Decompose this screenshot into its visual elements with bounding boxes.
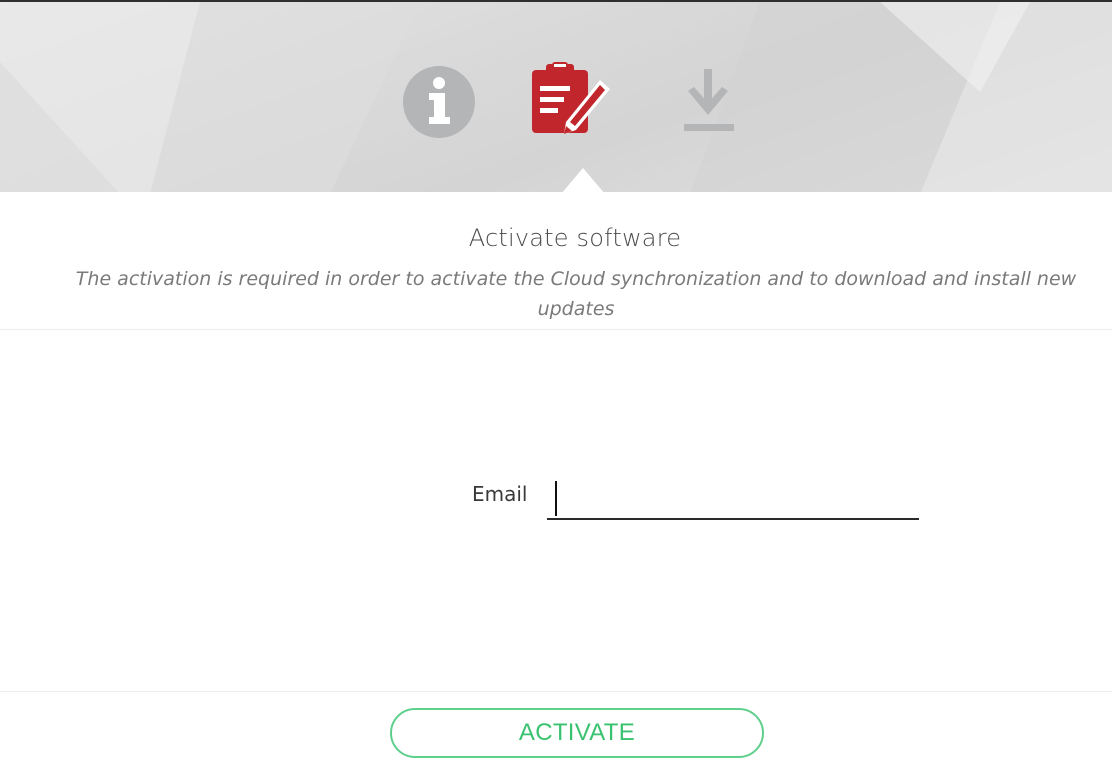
active-step-pointer [561, 168, 605, 192]
page-subtitle: The activation is required in order to a… [75, 268, 1077, 320]
download-step-icon[interactable] [678, 69, 758, 149]
info-circle-icon [403, 66, 475, 138]
text-caret [555, 481, 557, 516]
activate-step-icon[interactable] [530, 62, 610, 142]
email-label: Email [472, 482, 528, 506]
activation-page: Activate software The activation is requ… [0, 0, 1112, 782]
email-field[interactable] [547, 478, 919, 520]
bottom-divider [0, 691, 1112, 692]
activate-button[interactable]: ACTIVATE [390, 708, 764, 758]
download-arrow-icon [684, 69, 734, 131]
page-title: Activate software [468, 224, 682, 252]
info-step-icon[interactable] [402, 65, 482, 145]
wizard-header [0, 0, 1112, 192]
clipboard-edit-icon [532, 62, 610, 134]
top-divider [0, 329, 1112, 330]
